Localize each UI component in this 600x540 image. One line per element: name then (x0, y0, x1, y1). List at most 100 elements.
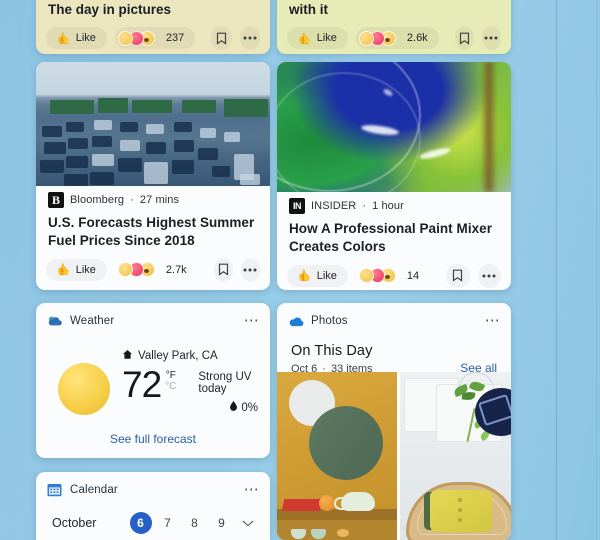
ellipsis-icon[interactable] (240, 257, 260, 282)
weather-uv-text: Strong UV today (198, 371, 252, 395)
sun-icon (58, 363, 110, 415)
reactions-group[interactable]: 2.7k (115, 259, 198, 281)
feed-card-actions: 👍 Like 2.6k (277, 18, 511, 54)
reaction-count: 2.7k (165, 263, 187, 276)
like-button[interactable]: 👍 Like (287, 27, 348, 50)
calendar-day-7[interactable]: 7 (154, 516, 181, 530)
ellipsis-icon[interactable] (477, 263, 501, 288)
like-button[interactable]: 👍 Like (287, 264, 348, 287)
news-body: IN INSIDER · 1 hour How A Professional P… (277, 192, 511, 256)
feed-card-day-in-pictures[interactable]: The day in pictures 👍 Like 237 (36, 0, 270, 54)
thumbs-up-icon: 👍 (57, 32, 71, 45)
thumbs-up-icon: 👍 (57, 264, 71, 277)
reaction-count: 237 (165, 32, 185, 45)
desktop-edge-divider (596, 0, 597, 540)
reactions-group[interactable]: 14 (356, 265, 430, 287)
thumbs-up-icon: 👍 (298, 270, 312, 283)
photos-thumbnail-grid (277, 372, 511, 540)
calendar-widget[interactable]: Calendar ⋯ October 6 7 8 9 (36, 472, 270, 540)
feed-card-bloomberg[interactable]: B Bloomberg · 27 mins U.S. Forecasts Hig… (36, 62, 270, 290)
calendar-day-6[interactable]: 6 (127, 512, 154, 534)
like-label: Like (316, 269, 337, 282)
reaction-icons (117, 262, 161, 278)
weather-widget-header: Weather ⋯ (36, 303, 270, 333)
news-body: B Bloomberg · 27 mins U.S. Forecasts Hig… (36, 186, 270, 250)
unit-celsius: °C (165, 381, 177, 392)
reaction-thumbsup-icon (117, 30, 133, 46)
ellipsis-icon[interactable]: ⋯ (485, 313, 501, 328)
weather-unit-toggle[interactable]: °F °C (165, 370, 176, 392)
feed-card-headline: The day in pictures (48, 2, 172, 17)
like-label: Like (75, 263, 96, 276)
cloud-sun-icon (47, 313, 63, 329)
photos-widget[interactable]: Photos ⋯ On This Day Oct 6 · 33 items Se… (277, 303, 511, 540)
like-label: Like (316, 32, 337, 45)
weather-temp-and-extras: 72 °F °C Strong UV today 0% (122, 364, 258, 414)
calendar-widget-header: Calendar ⋯ (36, 472, 270, 502)
reaction-count: 2.6k (406, 32, 428, 45)
feed-card-insider[interactable]: IN INSIDER · 1 hour How A Professional P… (277, 62, 511, 290)
insider-logo-icon: IN (289, 198, 305, 214)
weather-widget-title: Weather (70, 315, 115, 327)
reaction-count: 14 (406, 269, 420, 282)
weather-precip-row: 0% (198, 401, 258, 414)
paint-swirl-image (277, 62, 511, 192)
calendar-icon (47, 482, 63, 498)
weather-location: Valley Park, CA (138, 350, 218, 362)
bookmark-icon[interactable] (446, 263, 470, 288)
bookmark-icon[interactable] (211, 26, 232, 51)
reactions-group[interactable]: 2.6k (355, 27, 439, 50)
ellipsis-icon[interactable] (239, 26, 260, 51)
calendar-widget-title: Calendar (70, 484, 118, 496)
unit-fahrenheit: °F (165, 370, 176, 381)
calendar-day-9[interactable]: 9 (208, 516, 235, 530)
reaction-icons (358, 30, 402, 46)
news-timestamp: 27 mins (139, 194, 180, 206)
reaction-thumbsup-icon (358, 30, 374, 46)
weather-widget[interactable]: Weather ⋯ Valley Park, CA 72 °F °C Stron… (36, 303, 270, 458)
weather-main: Valley Park, CA 72 °F °C Strong UV today (36, 333, 270, 415)
ellipsis-icon[interactable] (481, 26, 501, 51)
photos-widget-header: Photos ⋯ (277, 303, 511, 333)
bookmark-icon[interactable] (213, 257, 233, 282)
news-source-name: INSIDER (311, 200, 357, 212)
feed-card-headline: with it (289, 2, 328, 17)
news-source-name: Bloomberg (70, 194, 125, 206)
news-headline: U.S. Forecasts Highest Summer Fuel Price… (48, 215, 255, 248)
bookmark-icon[interactable] (454, 26, 474, 51)
thumbs-up-icon: 👍 (298, 32, 312, 45)
chevron-down-icon[interactable] (242, 520, 254, 527)
news-source-separator: · (362, 200, 367, 212)
water-drop-icon (230, 401, 238, 414)
photo-thumbnail-still-life[interactable] (277, 372, 397, 540)
photos-widget-title: Photos (311, 315, 348, 327)
see-full-forecast-link[interactable]: See full forecast (36, 415, 270, 446)
desktop-widgets-board: The day in pictures 👍 Like 237 with it 👍… (0, 0, 600, 540)
weather-precip-value: 0% (241, 401, 258, 414)
freeway-traffic-image (36, 62, 270, 186)
weather-extras: Strong UV today 0% (198, 367, 258, 414)
bloomberg-logo-icon: B (48, 192, 64, 208)
reactions-group[interactable]: 237 (114, 27, 196, 50)
home-icon (122, 347, 133, 365)
weather-location-row: Valley Park, CA (122, 347, 258, 365)
photo-thumbnail-interior[interactable] (400, 372, 511, 540)
like-label: Like (75, 32, 96, 45)
feed-card-with-it[interactable]: with it 👍 Like 2.6k (277, 0, 511, 54)
news-headline: How A Professional Paint Mixer Creates C… (289, 221, 493, 254)
calendar-day-8[interactable]: 8 (181, 516, 208, 530)
like-button[interactable]: 👍 Like (46, 27, 107, 50)
ellipsis-icon[interactable]: ⋯ (244, 482, 260, 497)
news-source-row: B Bloomberg · 27 mins (48, 191, 258, 209)
panel-edge-divider (556, 0, 557, 540)
calendar-day-list: 6 7 8 9 (127, 512, 254, 534)
feed-card-actions: 👍 Like 237 (36, 18, 270, 54)
reaction-icons (358, 268, 402, 284)
news-source-row: IN INSIDER · 1 hour (289, 197, 499, 215)
feed-card-actions: 👍 Like 2.7k (36, 257, 270, 290)
calendar-strip: October 6 7 8 9 (36, 502, 270, 534)
like-button[interactable]: 👍 Like (46, 258, 107, 281)
weather-temperature: 72 (122, 364, 162, 405)
ellipsis-icon[interactable]: ⋯ (244, 313, 260, 328)
reaction-icons (117, 30, 161, 46)
